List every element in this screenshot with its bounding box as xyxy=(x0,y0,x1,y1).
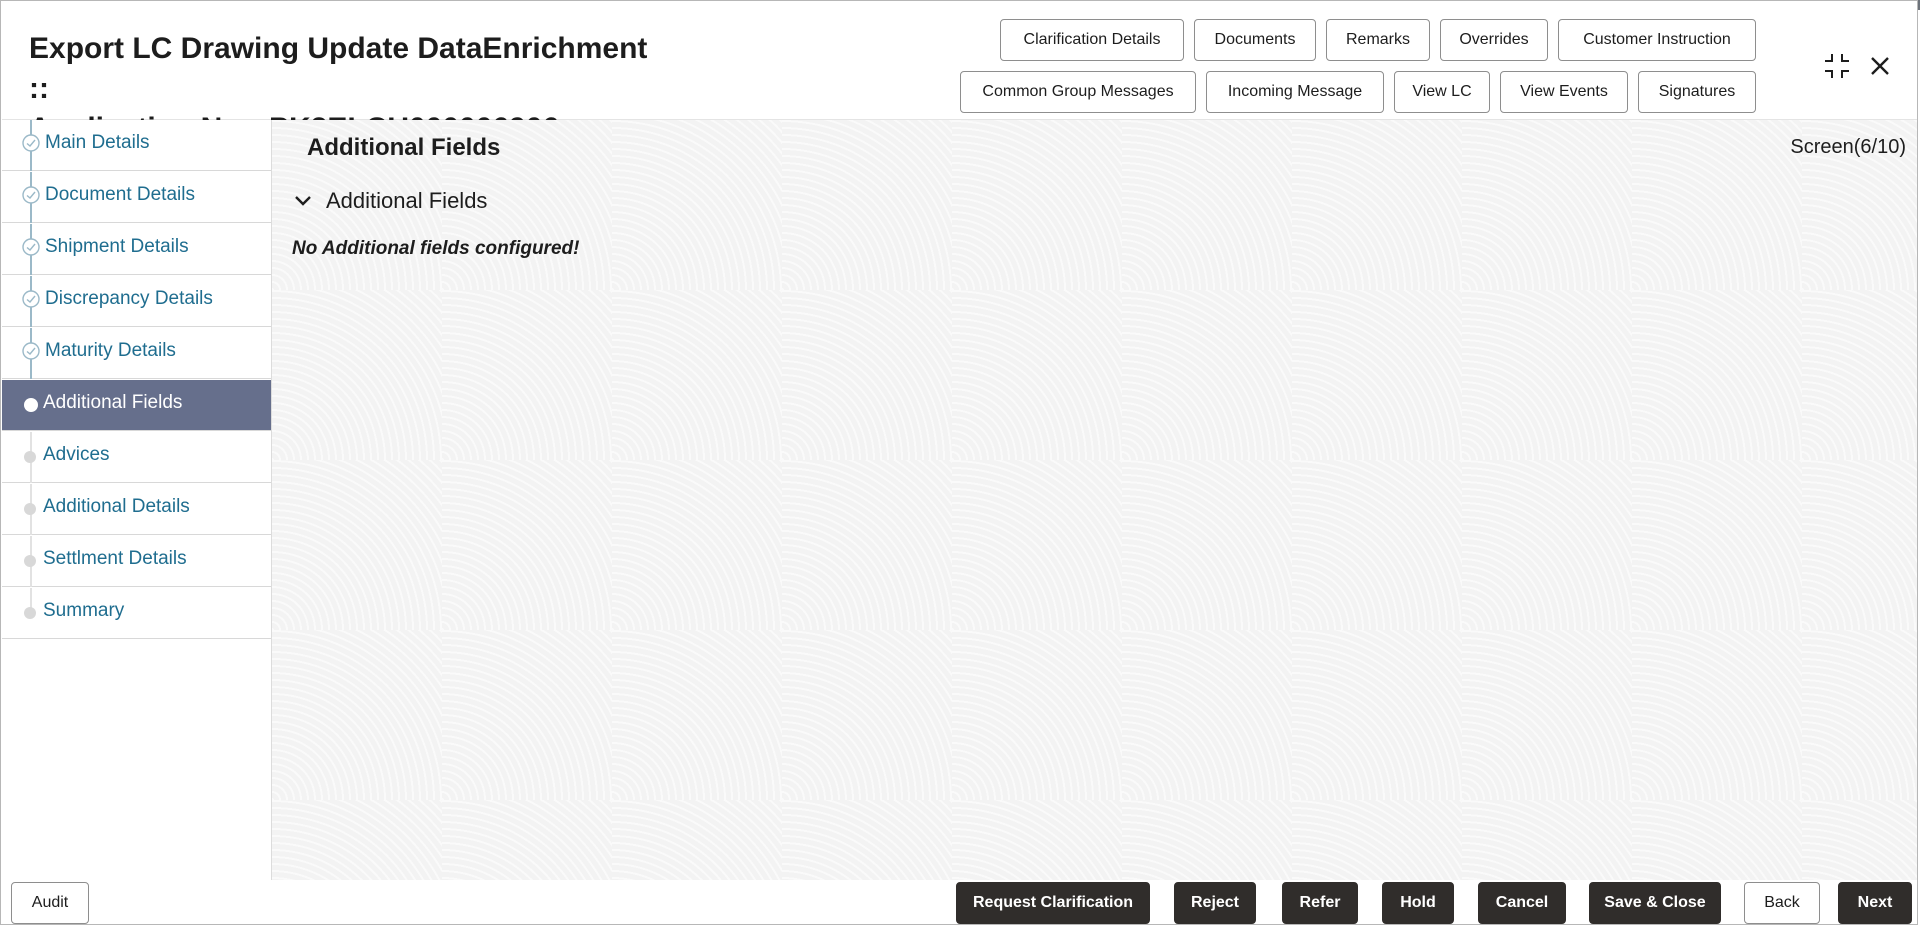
request-clarification-button[interactable]: Request Clarification xyxy=(956,882,1150,924)
collapse-icon[interactable] xyxy=(1822,51,1852,81)
sidebar-item-maturity-details[interactable]: Maturity Details xyxy=(2,328,271,379)
additional-fields-panel-header[interactable]: Additional Fields xyxy=(294,186,487,216)
check-circle-icon xyxy=(22,342,40,360)
view-events-button[interactable]: View Events xyxy=(1500,71,1628,113)
reject-button[interactable]: Reject xyxy=(1174,882,1256,924)
sidebar-item-label: Shipment Details xyxy=(45,236,189,257)
common-group-messages-button[interactable]: Common Group Messages xyxy=(960,71,1196,113)
screen-indicator: Screen(6/10) xyxy=(1790,136,1906,158)
save-close-button[interactable]: Save & Close xyxy=(1589,882,1721,924)
sidebar-item-additional-fields[interactable]: Additional Fields xyxy=(2,380,271,431)
sidebar-item-label: Discrepancy Details xyxy=(45,288,213,309)
hold-button[interactable]: Hold xyxy=(1382,882,1454,924)
refer-button[interactable]: Refer xyxy=(1282,882,1358,924)
sidebar-item-label: Maturity Details xyxy=(45,340,176,361)
empty-state-message: No Additional fields configured! xyxy=(292,238,580,259)
close-icon[interactable] xyxy=(1868,54,1892,78)
audit-button[interactable]: Audit xyxy=(11,882,89,924)
current-step-dot xyxy=(24,398,38,412)
incoming-message-button[interactable]: Incoming Message xyxy=(1206,71,1384,113)
step-dot xyxy=(24,555,36,567)
sidebar-item-label: Main Details xyxy=(45,132,150,153)
sidebar-nav: Main Details Document Details Shipment D… xyxy=(2,120,272,880)
sidebar-item-main-details[interactable]: Main Details xyxy=(2,120,271,171)
remarks-button[interactable]: Remarks xyxy=(1326,19,1430,61)
sidebar-item-label: Additional Details xyxy=(43,496,190,517)
check-circle-icon xyxy=(22,238,40,256)
clarification-details-button[interactable]: Clarification Details xyxy=(1000,19,1184,61)
sidebar-item-document-details[interactable]: Document Details xyxy=(2,172,271,223)
customer-instruction-button[interactable]: Customer Instruction xyxy=(1558,19,1756,61)
view-lc-button[interactable]: View LC xyxy=(1394,71,1490,113)
sidebar-item-label: Additional Fields xyxy=(43,392,183,413)
documents-button[interactable]: Documents xyxy=(1194,19,1316,61)
chevron-down-icon[interactable] xyxy=(294,195,312,207)
sidebar-item-advices[interactable]: Advices xyxy=(2,432,271,483)
check-circle-icon xyxy=(22,134,40,152)
signatures-button[interactable]: Signatures xyxy=(1638,71,1756,113)
dialog-header: Export LC Drawing Update DataEnrichment … xyxy=(2,11,1917,145)
title-line-1: Export LC Drawing Update DataEnrichment … xyxy=(29,32,648,105)
sidebar-item-summary[interactable]: Summary xyxy=(2,588,271,639)
sidebar-item-settlment-details[interactable]: Settlment Details xyxy=(2,536,271,587)
sidebar-item-shipment-details[interactable]: Shipment Details xyxy=(2,224,271,275)
step-dot xyxy=(24,503,36,515)
action-footer: Audit Request Clarification Reject Refer… xyxy=(2,880,1917,924)
sidebar-item-label: Advices xyxy=(43,444,110,465)
next-button[interactable]: Next xyxy=(1838,882,1912,924)
sidebar-item-label: Summary xyxy=(43,600,125,621)
sidebar-item-discrepancy-details[interactable]: Discrepancy Details xyxy=(2,276,271,327)
sidebar-item-label: Document Details xyxy=(45,184,195,205)
section-title: Additional Fields xyxy=(307,134,501,161)
sidebar-item-label: Settlment Details xyxy=(43,548,187,569)
dialog-window: Export LC Drawing Update DataEnrichment … xyxy=(0,0,1918,925)
step-dot xyxy=(24,607,36,619)
panel-label: Additional Fields xyxy=(326,188,488,213)
cancel-button[interactable]: Cancel xyxy=(1478,882,1566,924)
main-content: Additional Fields Screen(6/10) Additiona… xyxy=(272,120,1917,880)
check-circle-icon xyxy=(22,290,40,308)
overrides-button[interactable]: Overrides xyxy=(1440,19,1548,61)
step-dot xyxy=(24,451,36,463)
check-circle-icon xyxy=(22,186,40,204)
back-button[interactable]: Back xyxy=(1744,882,1820,924)
sidebar-item-additional-details[interactable]: Additional Details xyxy=(2,484,271,535)
